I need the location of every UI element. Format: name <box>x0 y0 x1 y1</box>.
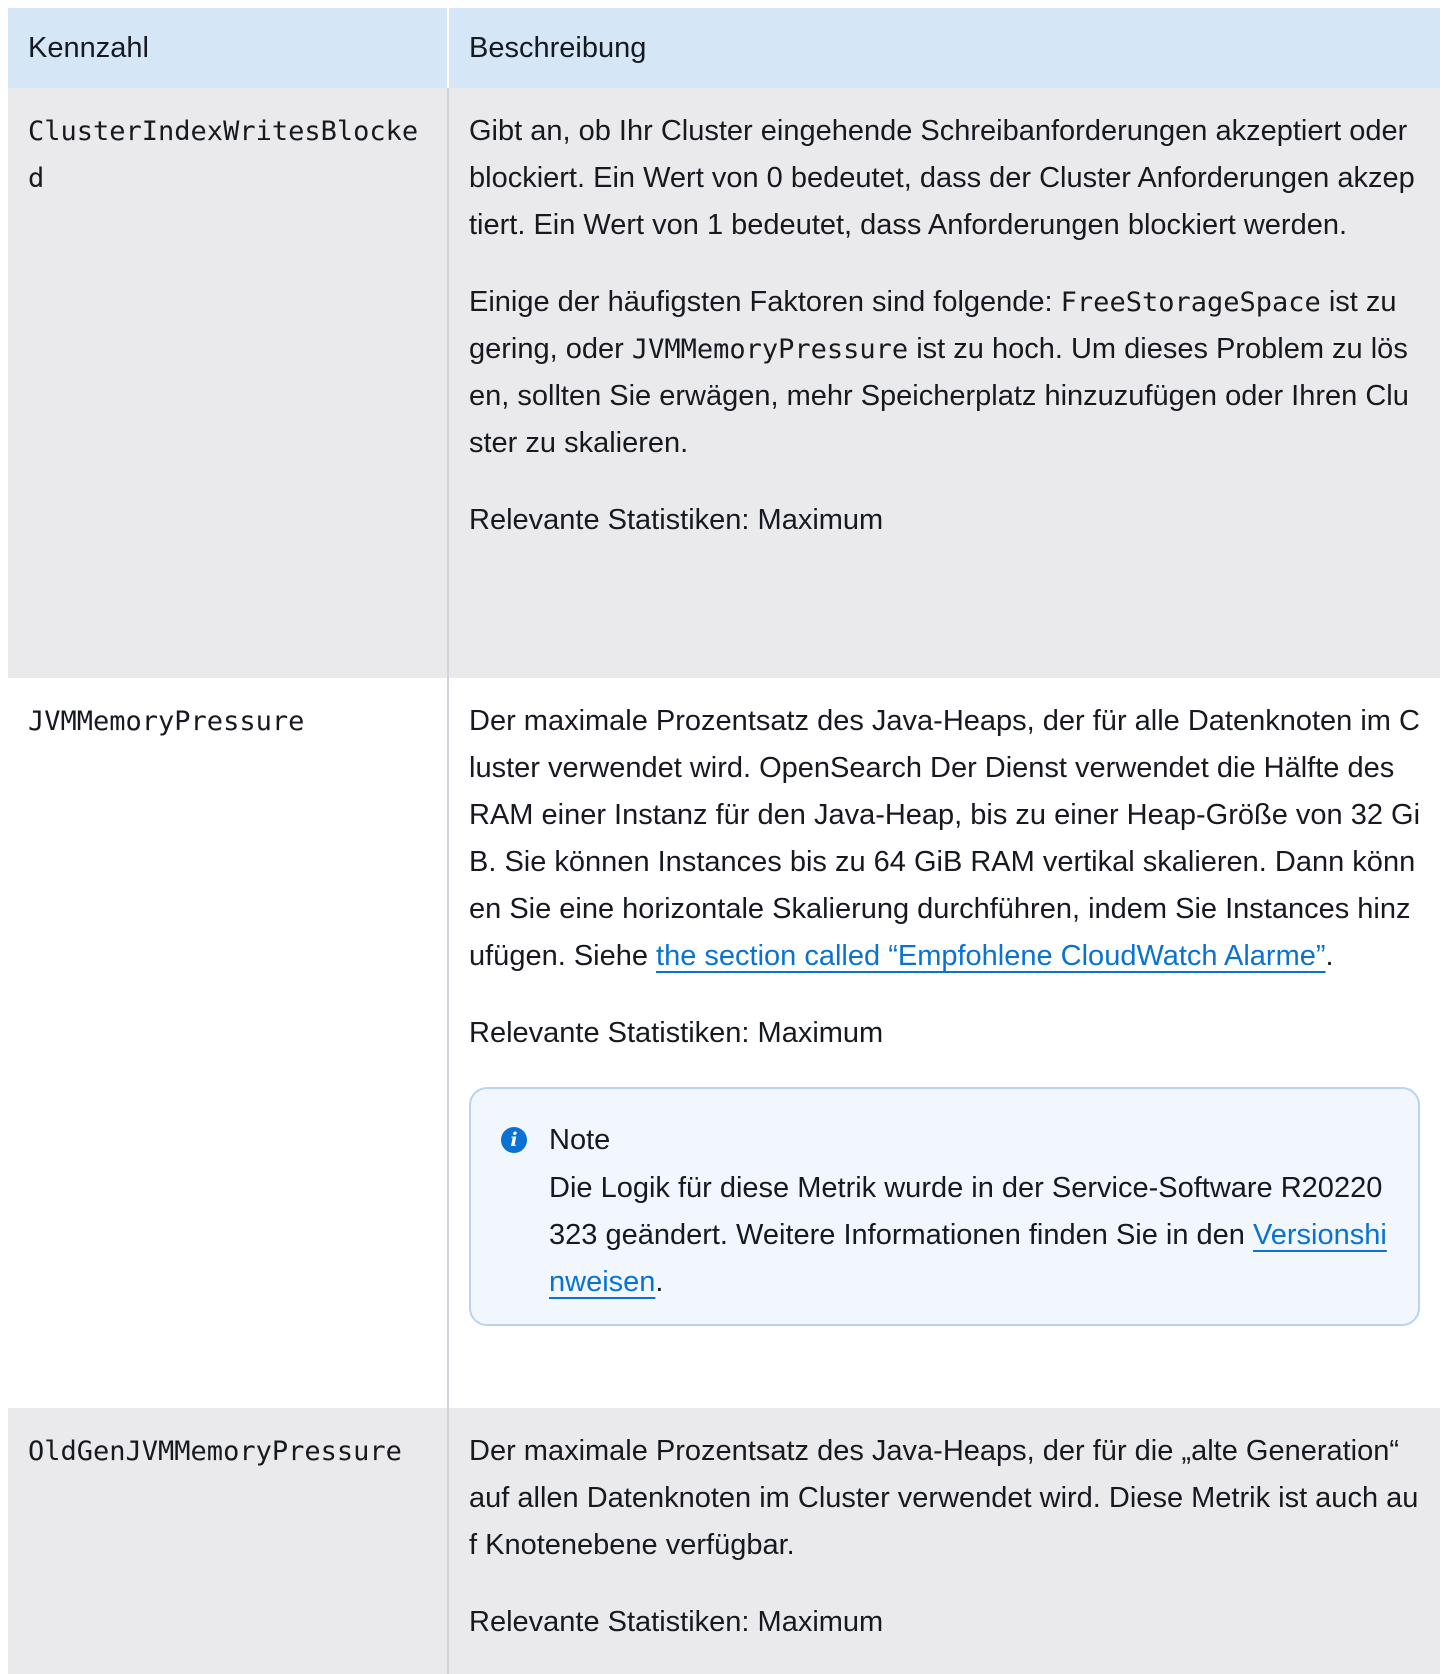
note-title: Note <box>549 1123 611 1156</box>
column-header-description: Beschreibung <box>448 8 1440 88</box>
description-paragraph: Gibt an, ob Ihr Cluster eingehende Schre… <box>469 115 1415 241</box>
note-box: i Note Die Logik für diese Metrik wurde … <box>469 1087 1420 1326</box>
metrics-table-container: Kennzahl Beschreibung ClusterIndexWrites… <box>8 8 1440 1674</box>
table-row: OldGenJVMMemoryPressure Der maximale Pro… <box>8 1408 1440 1674</box>
description-paragraph: Der maximale Prozentsatz des Java-Heaps,… <box>469 1435 1419 1561</box>
table-row: JVMMemoryPressure Der maximale Prozentsa… <box>8 678 1440 1408</box>
inline-code: JVMMemoryPressure <box>631 334 909 365</box>
text-span: . <box>1325 940 1334 972</box>
note-header: i Note <box>499 1115 1388 1165</box>
metric-name: OldGenJVMMemoryPressure <box>8 1408 449 1674</box>
relevant-statistics: Relevante Statistiken: Maximum <box>469 1017 884 1049</box>
table-header-row: Kennzahl Beschreibung <box>8 8 1440 88</box>
relevant-statistics: Relevante Statistiken: Maximum <box>469 1606 884 1638</box>
column-header-metric: Kennzahl <box>8 8 449 88</box>
metric-name: JVMMemoryPressure <box>8 678 449 1408</box>
metric-description: Der maximale Prozentsatz des Java-Heaps,… <box>448 1408 1440 1674</box>
text-span: Der maximale Prozentsatz des Java-Heaps,… <box>469 705 1421 972</box>
text-span: Einige der häufigsten Faktoren sind folg… <box>469 286 1061 318</box>
info-icon: i <box>501 1127 527 1153</box>
description-paragraph: Einige der häufigsten Faktoren sind folg… <box>469 279 1420 467</box>
metric-description: Gibt an, ob Ihr Cluster eingehende Schre… <box>448 88 1440 678</box>
metric-description: Der maximale Prozentsatz des Java-Heaps,… <box>448 678 1440 1408</box>
recommended-alarms-link[interactable]: the section called “Empfohlene CloudWatc… <box>656 940 1325 972</box>
metric-name: ClusterIndexWritesBlocked <box>8 88 449 678</box>
note-body: Die Logik für diese Metrik wurde in der … <box>499 1165 1388 1306</box>
table-row: ClusterIndexWritesBlocked Gibt an, ob Ih… <box>8 88 1440 678</box>
description-paragraph: Der maximale Prozentsatz des Java-Heaps,… <box>469 698 1420 980</box>
relevant-statistics: Relevante Statistiken: Maximum <box>469 504 884 536</box>
inline-code: FreeStorageSpace <box>1060 287 1321 318</box>
text-span: . <box>655 1266 664 1298</box>
metrics-table: Kennzahl Beschreibung ClusterIndexWrites… <box>8 8 1440 1674</box>
